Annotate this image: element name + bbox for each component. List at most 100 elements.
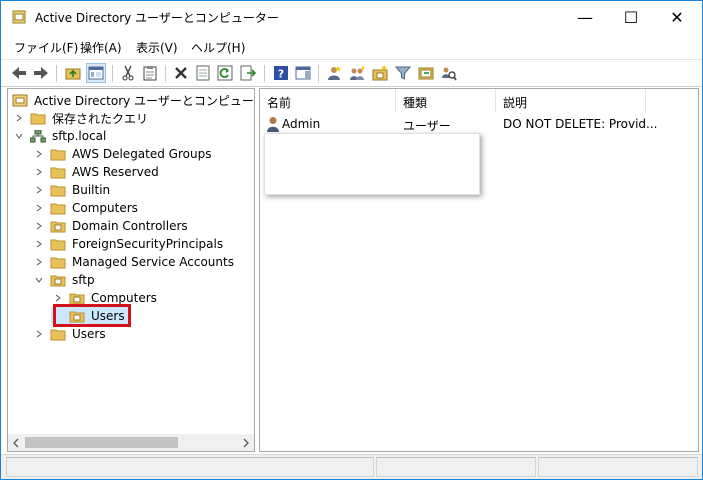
tree-item-label: AWS Delegated Groups	[72, 147, 212, 161]
tooltip-popup	[264, 133, 480, 195]
close-icon: ✕	[670, 8, 684, 27]
chevron-down-icon[interactable]	[12, 127, 26, 145]
new-ou-icon[interactable]	[370, 63, 390, 83]
cut-icon[interactable]	[118, 63, 138, 83]
list-item-description: DO NOT DELETE: Provid...	[503, 117, 658, 131]
column-header-description[interactable]: 説明	[496, 89, 646, 113]
chevron-right-icon[interactable]	[32, 253, 46, 271]
minimize-button[interactable]: —	[562, 1, 608, 34]
filter-icon[interactable]	[393, 63, 413, 83]
new-user-icon[interactable]	[324, 63, 344, 83]
tree-item-foreign-security-principals[interactable]: ForeignSecurityPrincipals	[32, 235, 223, 253]
tree-item-sftp[interactable]: sftp	[32, 271, 95, 289]
tree-item-aws-reserved[interactable]: AWS Reserved	[32, 163, 159, 181]
toolbar-separator	[56, 65, 57, 82]
tree-item-managed-service-accounts[interactable]: Managed Service Accounts	[32, 253, 234, 271]
console-tree-icon[interactable]	[86, 63, 106, 83]
annotation-highlight-box	[53, 304, 131, 327]
menu-help[interactable]: ヘルプ(H)	[191, 39, 245, 56]
toolbar-separator	[112, 65, 113, 82]
tree-item-label: Builtin	[72, 183, 111, 197]
chevron-right-icon[interactable]	[12, 109, 26, 127]
maximize-icon: ☐	[623, 8, 639, 27]
tree-item-computers[interactable]: Computers	[32, 199, 138, 217]
ou-folder-icon	[50, 221, 66, 232]
list-item-type: ユーザー	[403, 119, 451, 133]
action-pane-icon[interactable]	[293, 63, 313, 83]
chevron-right-icon[interactable]	[32, 217, 46, 235]
user-icon	[267, 117, 279, 132]
tree-root[interactable]: Active Directory ユーザーとコンピューター [IP-C	[12, 91, 254, 109]
ou-folder-icon	[69, 293, 85, 304]
menu-action[interactable]: 操作(A)	[80, 39, 122, 56]
horizontal-scrollbar[interactable]	[8, 434, 254, 451]
svg-text:?: ?	[278, 68, 284, 81]
tree-item-domain-controllers[interactable]: Domain Controllers	[32, 217, 188, 235]
tree-item-label: sftp	[72, 273, 95, 287]
ad-console-icon	[12, 94, 28, 106]
new-group-icon[interactable]	[347, 63, 367, 83]
chevron-down-icon[interactable]	[32, 271, 46, 289]
toolbar-separator	[318, 65, 319, 82]
folder-icon	[50, 203, 66, 214]
scroll-right-icon[interactable]	[242, 437, 250, 451]
refresh-icon[interactable]	[215, 63, 235, 83]
clipboard-icon[interactable]	[140, 63, 160, 83]
title-bar: Active Directory ユーザーとコンピューター — ☐ ✕	[1, 1, 702, 34]
tree-root-label: Active Directory ユーザーとコンピューター [IP-C	[34, 93, 254, 108]
find-icon[interactable]	[439, 63, 459, 83]
menu-file[interactable]: ファイル(F)	[14, 39, 78, 56]
list-item[interactable]: Admin ユーザー DO NOT DELETE: Provid...	[260, 115, 698, 133]
tree-item-label: ForeignSecurityPrincipals	[72, 237, 224, 251]
folder-icon	[50, 167, 66, 178]
status-segment	[6, 457, 374, 477]
scroll-left-icon[interactable]	[12, 437, 20, 451]
chevron-right-icon[interactable]	[32, 145, 46, 163]
window-title: Active Directory ユーザーとコンピューター	[35, 11, 279, 25]
chevron-right-icon[interactable]	[32, 163, 46, 181]
back-arrow-icon[interactable]	[9, 63, 29, 83]
tree-item-label: Computers	[91, 291, 157, 305]
tree-item-users[interactable]: Users	[32, 325, 106, 343]
folder-icon	[50, 257, 66, 268]
status-segment	[538, 457, 698, 477]
chevron-right-icon[interactable]	[32, 181, 46, 199]
tree-item-label: Users	[72, 327, 106, 341]
toolbar-separator	[165, 65, 166, 82]
scrollbar-thumb[interactable]	[25, 437, 178, 448]
column-header-type[interactable]: 種類	[396, 89, 496, 113]
menu-view[interactable]: 表示(V)	[136, 39, 178, 56]
tree-item-domain[interactable]: sftp.local	[12, 127, 106, 145]
export-list-icon[interactable]	[238, 63, 258, 83]
app-icon	[12, 10, 26, 24]
help-icon[interactable]: ?	[271, 63, 291, 83]
console-tree[interactable]: Active Directory ユーザーとコンピューター [IP-C 保存され…	[7, 88, 255, 452]
folder-icon	[50, 329, 66, 340]
domain-icon	[30, 129, 46, 142]
forward-arrow-icon[interactable]	[31, 63, 51, 83]
list-item-name: Admin	[282, 117, 321, 131]
delete-icon[interactable]	[171, 63, 191, 83]
app-window: Active Directory ユーザーとコンピューター — ☐ ✕ ファイル…	[0, 0, 703, 480]
maximize-button[interactable]: ☐	[608, 1, 654, 34]
ou-folder-icon	[50, 275, 66, 286]
properties-icon[interactable]	[193, 63, 213, 83]
menu-bar: ファイル(F) 操作(A) 表示(V) ヘルプ(H)	[1, 34, 702, 58]
chevron-right-icon[interactable]	[32, 199, 46, 217]
add-to-group-icon[interactable]	[416, 63, 436, 83]
close-button[interactable]: ✕	[654, 1, 700, 34]
folder-icon	[50, 239, 66, 250]
tree-item-builtin[interactable]: Builtin	[32, 181, 110, 199]
chevron-right-icon[interactable]	[32, 235, 46, 253]
tree-item-aws-delegated-groups[interactable]: AWS Delegated Groups	[32, 145, 211, 163]
tree-item-label: sftp.local	[52, 129, 107, 143]
chevron-right-icon[interactable]	[32, 325, 46, 343]
tree-item-saved-queries[interactable]: 保存されたクエリ	[12, 109, 148, 127]
minimize-icon: —	[577, 8, 593, 27]
toolbar-separator	[264, 65, 265, 82]
tree-item-label: AWS Reserved	[72, 165, 159, 179]
folder-icon	[50, 149, 66, 160]
status-segment	[376, 457, 536, 477]
up-folder-icon[interactable]	[63, 63, 83, 83]
column-header-name[interactable]: 名前	[260, 89, 396, 113]
